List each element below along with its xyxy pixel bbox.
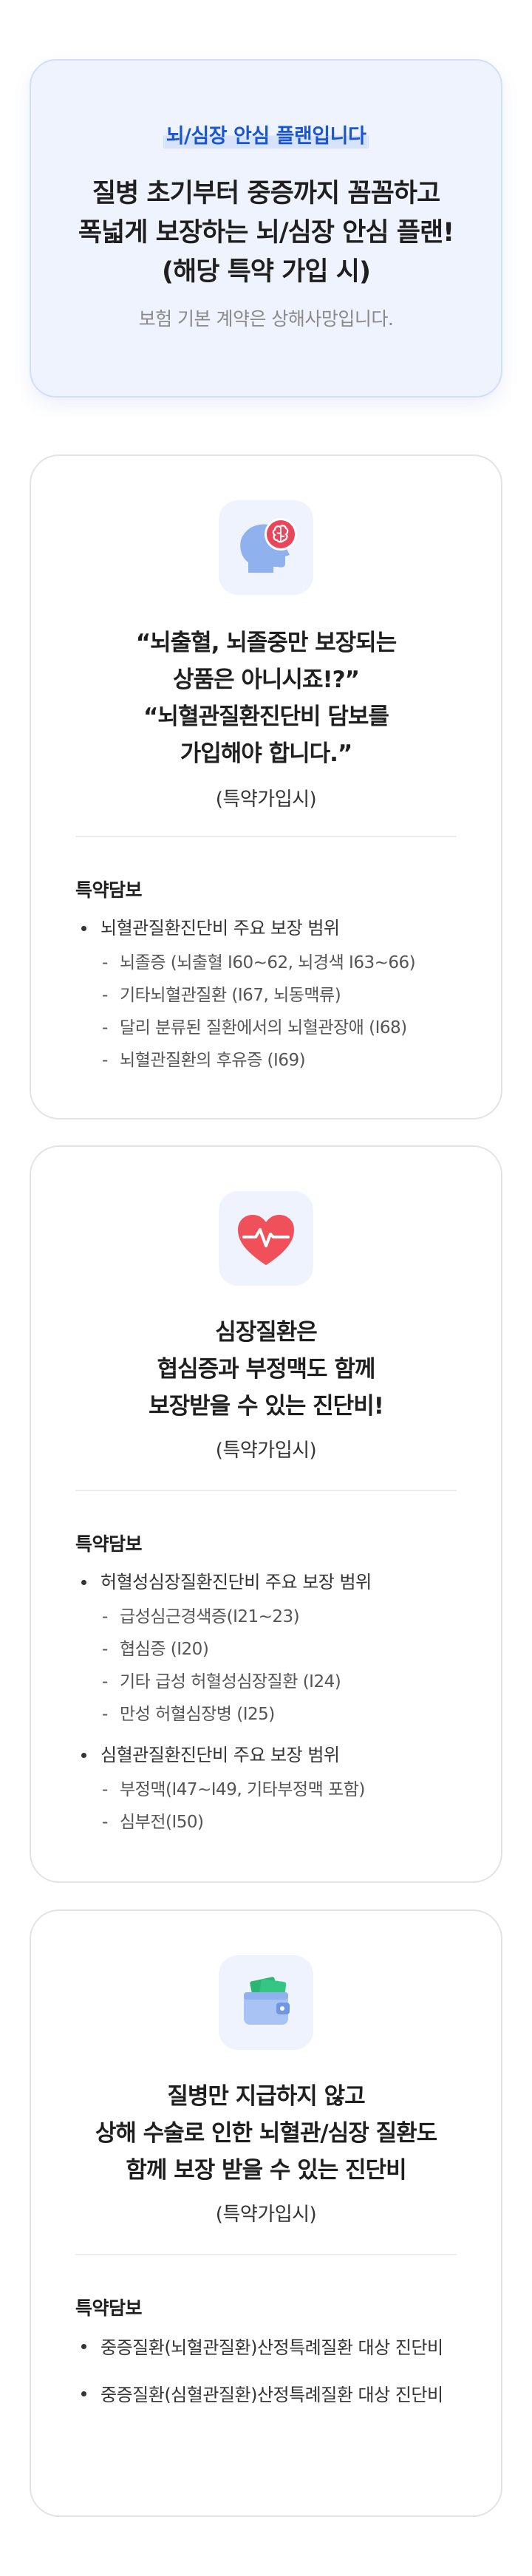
card-title: “뇌출혈, 뇌졸중만 보장되는 상품은 아니시죠!?” “뇌혈관질환진단비 담보… xyxy=(135,630,397,767)
sub-item: 심부전(I50) xyxy=(75,1806,464,1839)
hero-note: 보험 기본 계약은 상해사망입니다. xyxy=(138,308,394,330)
coverage-list: 뇌혈관질환진단비 주요 보장 범위 뇌졸증 (뇌출혈 I60~62, 뇌경색 I… xyxy=(75,914,464,1077)
coverage-card-brain: “뇌출혈, 뇌졸중만 보장되는 상품은 아니시죠!?” “뇌혈관질환진단비 담보… xyxy=(30,454,502,1120)
list-item: 중증질환(뇌혈관질환)산정특례질환 대상 진단비 xyxy=(75,2332,449,2363)
brain-head-icon xyxy=(219,500,313,595)
section-heading: 특약담보 xyxy=(75,879,143,901)
card-title: 심장질환은 협심증과 부정맥도 함께 보장받을 수 있는 진단비! xyxy=(149,1319,384,1420)
sub-item: 부정맥(I47~I49, 기타부정맥 포함) xyxy=(75,1773,464,1806)
divider xyxy=(75,836,457,837)
section-heading: 특약담보 xyxy=(75,2297,143,2319)
sub-item: 기타뇌혈관질환 (I67, 뇌동맥류) xyxy=(75,979,464,1012)
card-title: 질병만 지급하지 않고 상해 수술로 인한 뇌혈관/심장 질환도 함께 보장 받… xyxy=(95,2083,437,2184)
hero-banner: 뇌/심장 안심 플랜입니다 질병 초기부터 중증까지 꼼꼼하고 폭넓게 보장하는… xyxy=(30,59,502,398)
list-item: 뇌혈관질환진단비 주요 보장 범위 뇌졸증 (뇌출혈 I60~62, 뇌경색 I… xyxy=(75,914,464,1077)
coverage-card-heart: 심장질환은 협심증과 부정맥도 함께 보장받을 수 있는 진단비! (특약가입시… xyxy=(30,1145,502,1883)
divider xyxy=(75,1490,457,1491)
sub-item: 협심증 (I20) xyxy=(75,1633,464,1666)
list-item: 허혈성심장질환진단비 주요 보장 범위 급성심근경색증(I21~23) 협심증 … xyxy=(75,1568,464,1731)
coverage-list: 중증질환(뇌혈관질환)산정특례질환 대상 진단비 중증질환(심혈관질환)산정특례… xyxy=(75,2332,449,2410)
sub-item: 만성 허혈심장병 (I25) xyxy=(75,1698,464,1731)
hero-title: 질병 초기부터 중증까지 꼼꼼하고 폭넓게 보장하는 뇌/심장 안심 플랜! (… xyxy=(78,179,454,287)
sub-item: 기타 급성 허혈성심장질환 (I24) xyxy=(75,1666,464,1698)
sub-item: 달리 분류된 질환에서의 뇌혈관장애 (I68) xyxy=(75,1012,464,1044)
sub-item: 뇌졸증 (뇌출혈 I60~62, 뇌경색 I63~66) xyxy=(75,947,464,979)
card-subtitle: (특약가입시) xyxy=(215,788,317,811)
coverage-card-injury: 질병만 지급하지 않고 상해 수술로 인한 뇌혈관/심장 질환도 함께 보장 받… xyxy=(30,1909,502,2517)
section-heading: 특약담보 xyxy=(75,1533,143,1555)
sub-item: 뇌혈관질환의 후유증 (I69) xyxy=(75,1044,464,1077)
card-subtitle: (특약가입시) xyxy=(215,2204,317,2226)
coverage-list: 허혈성심장질환진단비 주요 보장 범위 급성심근경색증(I21~23) 협심증 … xyxy=(75,1568,464,1839)
hero-tag: 뇌/심장 안심 플랜입니다 xyxy=(163,120,369,149)
divider xyxy=(75,2254,457,2255)
wallet-cash-icon xyxy=(219,1955,313,2050)
card-subtitle: (특약가입시) xyxy=(215,1439,317,1462)
heart-pulse-icon xyxy=(219,1191,313,1286)
list-item: 심혈관질환진단비 주요 보장 범위 부정맥(I47~I49, 기타부정맥 포함)… xyxy=(75,1741,464,1839)
sub-item: 급성심근경색증(I21~23) xyxy=(75,1601,464,1633)
list-item: 중증질환(심혈관질환)산정특례질환 대상 진단비 xyxy=(75,2379,449,2410)
